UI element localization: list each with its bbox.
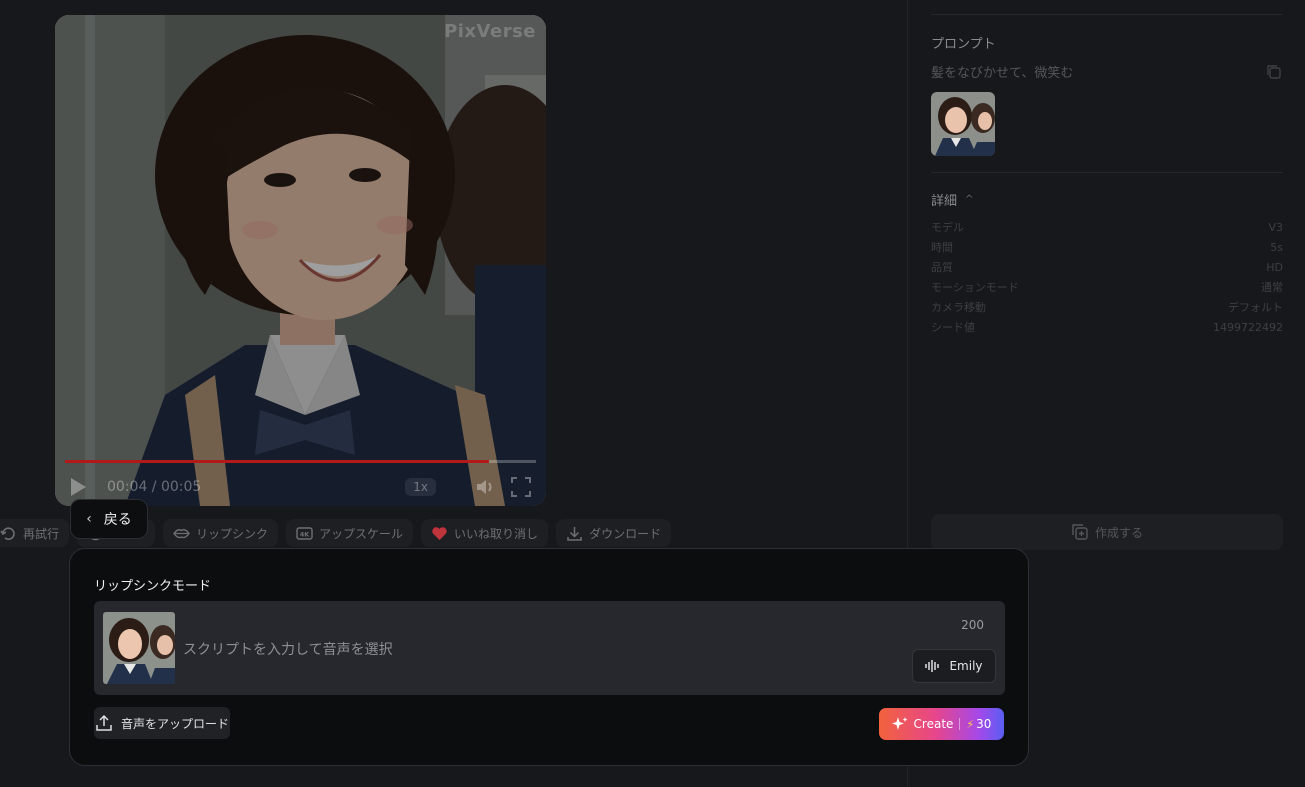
upload-audio-button[interactable]: 音声をアップロード [94, 707, 230, 739]
download-icon [567, 526, 582, 541]
video-player[interactable]: PixVerse 00:04 / 00:05 1x [55, 15, 546, 506]
upload-icon [96, 714, 112, 731]
detail-row: シード値 1499722492 [931, 317, 1283, 337]
detail-label: モデル [931, 221, 964, 234]
detail-label: モーションモード [931, 281, 1019, 294]
detail-row: 品質 HD [931, 257, 1283, 277]
download-button[interactable]: ダウンロード [556, 519, 672, 547]
detail-label: 品質 [931, 261, 953, 274]
heart-icon [432, 526, 447, 540]
chevron-up-icon: ^ [965, 194, 974, 205]
lips-icon [173, 528, 190, 538]
lip-sync-modal: リップシンクモード スクリプトを入力して音声を選択 200 Emily 音声をア… [69, 548, 1029, 766]
bolt-icon: ⚡ [966, 717, 975, 731]
lip-sync-button[interactable]: リップシンク [163, 519, 279, 547]
prompt-text: 髪をなびかせて、微笑む [931, 66, 1074, 81]
svg-text:4K: 4K [300, 530, 311, 538]
details-title: 詳細 [931, 194, 958, 209]
detail-row: カメラ移動 デフォルト [931, 297, 1283, 317]
detail-row: 時間 5s [931, 237, 1283, 257]
play-icon[interactable] [69, 477, 87, 497]
face-image [103, 612, 175, 684]
retry-icon [0, 526, 15, 540]
detail-value: V3 [1268, 220, 1283, 234]
create-lipsync-button[interactable]: Create ⚡ 30 [879, 708, 1004, 740]
detail-value: 通常 [1261, 281, 1283, 294]
speed-button[interactable]: 1x [405, 478, 436, 496]
detail-label: シード値 [931, 321, 975, 334]
back-button[interactable]: ‹ 戻る [70, 499, 148, 539]
lip-sync-label: リップシンク [196, 526, 269, 541]
upload-label: 音声をアップロード [120, 716, 229, 731]
video-controls: 00:04 / 00:05 1x [55, 473, 546, 501]
char-limit: 200 [961, 618, 984, 632]
voice-label: Emily [949, 659, 983, 673]
download-label: ダウンロード [589, 526, 662, 541]
4k-icon: 4K [296, 526, 313, 540]
retry-button[interactable]: 再試行 [0, 519, 70, 547]
credit-cost: 30 [976, 717, 992, 731]
detail-value: 1499722492 [1213, 320, 1283, 334]
script-input[interactable]: スクリプトを入力して音声を選択 200 Emily [94, 601, 1005, 695]
volume-icon[interactable] [474, 476, 496, 498]
create-button[interactable]: 作成する [931, 514, 1283, 550]
unlike-label: いいね取り消し [454, 526, 539, 541]
details-toggle[interactable]: 詳細 ^ [931, 190, 973, 209]
copy-icon[interactable] [1265, 63, 1283, 81]
watermark: PixVerse [444, 21, 536, 42]
detail-label: 時間 [931, 241, 953, 254]
back-label: 戻る [103, 512, 132, 528]
detail-label: カメラ移動 [931, 301, 986, 314]
upscale-label: アップスケール [319, 526, 404, 541]
retry-label: 再試行 [23, 526, 60, 541]
prompt-title: プロンプト [931, 37, 996, 52]
fullscreen-icon[interactable] [510, 476, 532, 498]
divider [931, 14, 1283, 15]
detail-row: モデル V3 [931, 217, 1283, 237]
detail-row: モーションモード 通常 [931, 277, 1283, 297]
detail-value: HD [1266, 260, 1283, 274]
progress-bar[interactable] [65, 460, 536, 463]
time-display: 00:04 / 00:05 [107, 479, 202, 495]
detail-value: 5s [1270, 240, 1283, 254]
script-placeholder: スクリプトを入力して音声を選択 [183, 642, 393, 658]
waveform-icon [925, 660, 940, 672]
unlike-button[interactable]: いいね取り消し [421, 519, 549, 547]
divider [931, 172, 1283, 173]
create-lipsync-label: Create [913, 717, 954, 731]
create-label: 作成する [1094, 525, 1143, 540]
face-thumbnail [103, 612, 175, 684]
voice-select-button[interactable]: Emily [912, 649, 996, 683]
details-list: モデル V3 時間 5s 品質 HD モーションモード 通常カメラ移動 デフォルトシード値 149… [931, 217, 1283, 337]
separator [959, 718, 961, 730]
add-copy-icon [1072, 524, 1088, 540]
modal-title: リップシンクモード [94, 579, 212, 594]
detail-value: デフォルト [1228, 301, 1283, 314]
progress-fill [65, 460, 489, 463]
reference-image [931, 92, 995, 156]
chevron-left-icon: ‹ [86, 511, 92, 527]
upscale-button[interactable]: 4K アップスケール [286, 519, 414, 547]
video-dim-overlay [55, 15, 546, 506]
sparkle-icon [891, 717, 908, 730]
reference-thumbnail[interactable] [931, 92, 995, 156]
